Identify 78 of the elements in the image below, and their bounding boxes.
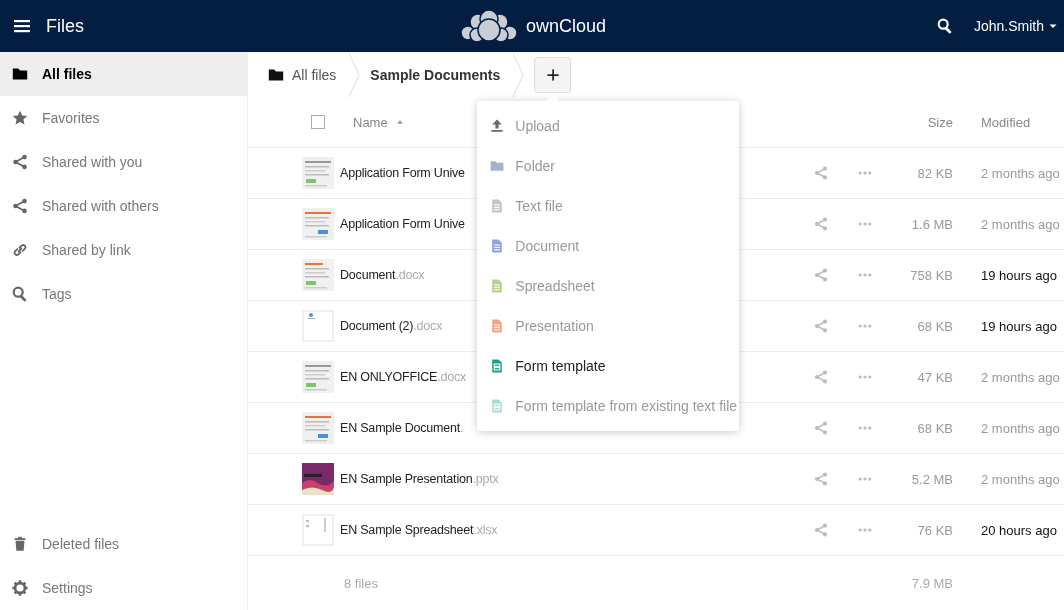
brand-name: ownCloud	[525, 15, 607, 37]
breadcrumb[interactable]: Sample Documents	[360, 66, 513, 83]
share-button[interactable]	[813, 216, 829, 232]
menu-item[interactable]: Folder	[477, 145, 740, 186]
menu-item[interactable]: Text file	[477, 185, 740, 226]
modified-time: 2 months ago	[981, 369, 1060, 385]
share-icon	[813, 420, 829, 436]
sidebar-item[interactable]: Deleted files	[0, 522, 247, 566]
column-header[interactable]: Modified	[981, 114, 1031, 130]
search-icon	[935, 17, 954, 35]
star-icon	[11, 109, 29, 127]
file-size: 76 KB	[917, 522, 953, 538]
new-button[interactable]	[534, 56, 572, 93]
menu-item[interactable]: Form template from existing text file	[477, 385, 740, 426]
file-name[interactable]: EN Sample Spreadsheet.xlsx	[340, 523, 498, 537]
share-icon	[813, 165, 829, 181]
file-size: 82 KB	[917, 165, 953, 181]
share-button[interactable]	[813, 267, 829, 283]
modified-time: 2 months ago	[981, 420, 1060, 436]
modified-time: 19 hours ago	[981, 318, 1057, 334]
file-size: 5.2 MB	[911, 471, 953, 487]
share-button[interactable]	[813, 369, 829, 385]
file-size: 68 KB	[917, 420, 953, 436]
file-name[interactable]: EN ONLYOFFICE.docx	[340, 370, 467, 384]
share-icon	[11, 197, 29, 215]
link-icon	[11, 241, 29, 259]
file-size: 47 KB	[917, 369, 953, 385]
share-icon	[813, 522, 829, 538]
share-button[interactable]	[813, 165, 829, 181]
sidebar-item[interactable]: Shared by link	[0, 228, 247, 272]
file-name[interactable]: Application Form Unive	[340, 166, 465, 180]
checkbox[interactable]	[311, 115, 325, 129]
share-icon	[813, 267, 829, 283]
app-title: Files	[46, 15, 84, 37]
file-size: 1.6 MB	[911, 216, 953, 232]
modified-time: 2 months ago	[981, 216, 1060, 232]
sidebar-item[interactable]: Shared with you	[0, 140, 247, 184]
menu-item[interactable]: Document	[477, 225, 740, 266]
share-button[interactable]	[813, 318, 829, 334]
modified-time: 2 months ago	[981, 471, 1060, 487]
share-button[interactable]	[813, 522, 829, 538]
share-icon	[813, 471, 829, 487]
user-menu[interactable]: John.Smith	[973, 18, 1060, 34]
file-name[interactable]: EN Sample Document.	[340, 421, 464, 435]
modified-time: 20 hours ago	[981, 522, 1057, 538]
breadcrumb-separator	[512, 52, 525, 97]
share-button[interactable]	[813, 471, 829, 487]
menu-item[interactable]: Presentation	[477, 305, 740, 346]
sidebar-item[interactable]: Favorites	[0, 96, 247, 140]
sidebar-item[interactable]: Settings	[0, 566, 247, 610]
share-icon	[813, 318, 829, 334]
sidebar-item[interactable]: All files	[0, 52, 247, 96]
file-name[interactable]: Document (2).docx	[340, 319, 443, 333]
share-button[interactable]	[813, 420, 829, 436]
file-count: 8 files	[344, 575, 378, 591]
modified-time: 19 hours ago	[981, 267, 1057, 283]
share-icon	[813, 216, 829, 232]
total-size: 7.9 MB	[911, 575, 953, 591]
column-header[interactable]: Size	[927, 114, 953, 130]
search-icon	[11, 285, 29, 303]
share-icon	[813, 369, 829, 385]
menu-item[interactable]: Form template	[477, 345, 740, 386]
column-header[interactable]: Name	[353, 114, 406, 130]
modified-time: 2 months ago	[981, 165, 1060, 181]
file-name[interactable]: Application Form Unive	[340, 217, 465, 231]
breadcrumb[interactable]: All files	[267, 65, 349, 84]
file-name[interactable]: Document.docx	[340, 268, 425, 282]
menu-item[interactable]: Spreadsheet	[477, 265, 740, 306]
settings-icon	[11, 579, 29, 597]
menu-item[interactable]: Upload	[477, 105, 740, 146]
plus-icon	[545, 67, 560, 82]
share-icon	[11, 153, 29, 171]
file-size: 758 KB	[910, 267, 953, 283]
file-name[interactable]: EN Sample Presentation.pptx	[340, 472, 499, 486]
file-size: 68 KB	[917, 318, 953, 334]
breadcrumb-separator	[348, 52, 361, 97]
sidebar-item[interactable]: Shared with others	[0, 184, 247, 228]
sidebar-item[interactable]: Tags	[0, 272, 247, 316]
